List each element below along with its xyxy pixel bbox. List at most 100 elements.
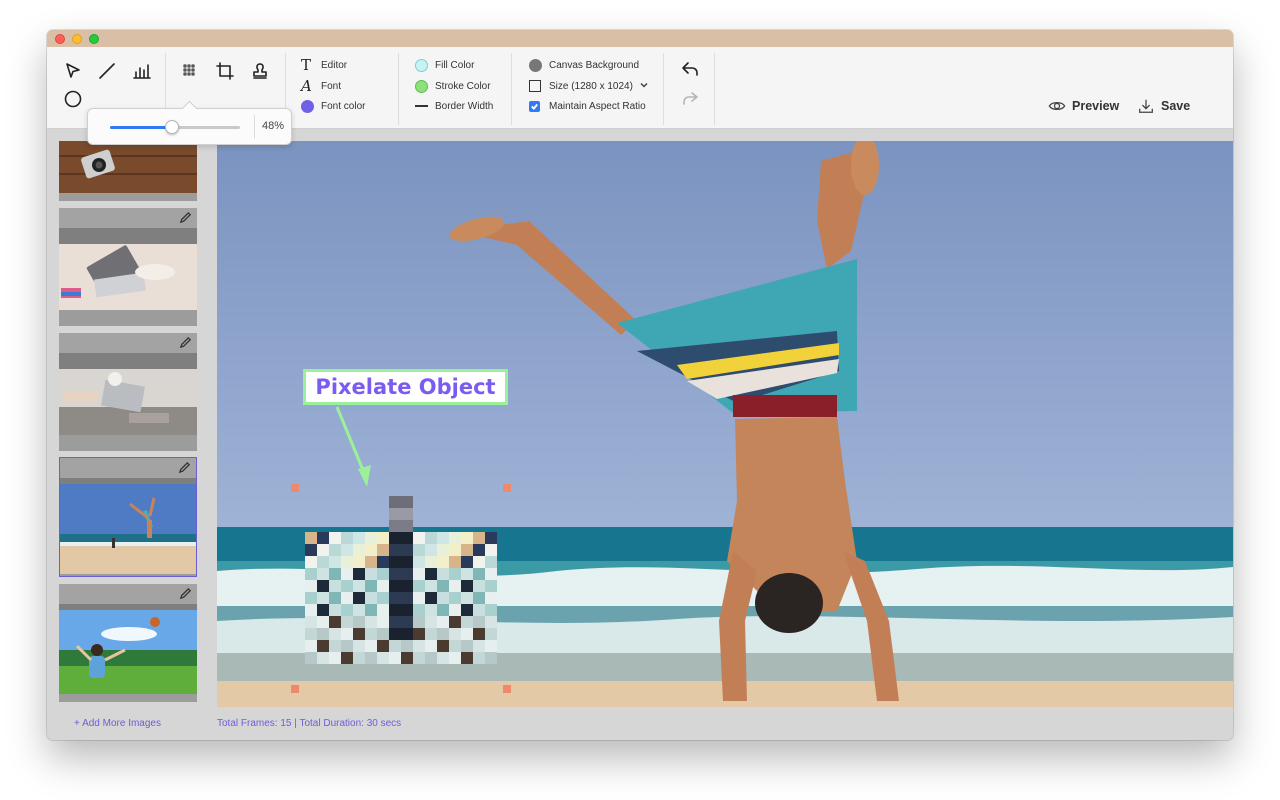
minimize-window-button[interactable]: [72, 34, 82, 44]
border-width-tool[interactable]: Border Width: [415, 97, 493, 115]
zoom-window-button[interactable]: [89, 34, 99, 44]
text-t-icon: T: [301, 55, 312, 74]
pixel-block: [425, 544, 437, 556]
pixel-block: [341, 652, 353, 664]
pixel-block: [305, 568, 317, 580]
slider-knob[interactable]: [165, 120, 180, 134]
title-bar: [47, 30, 1233, 47]
pixel-block: [389, 568, 401, 580]
redo-icon[interactable]: [678, 86, 702, 110]
thumbnail-2[interactable]: [59, 208, 197, 326]
pixel-block: [449, 640, 461, 652]
preview-button[interactable]: Preview: [1048, 97, 1119, 115]
close-window-button[interactable]: [55, 34, 65, 44]
pixel-size-slider[interactable]: [110, 120, 240, 134]
selection-handle[interactable]: [291, 685, 299, 693]
pixel-block: [425, 568, 437, 580]
thumbnail-3[interactable]: [59, 333, 197, 451]
pixel-block: [365, 532, 377, 544]
pixel-block: [449, 556, 461, 568]
font-tool[interactable]: A Font: [301, 77, 341, 95]
pixelate-icon[interactable]: [178, 59, 202, 83]
pixel-block: [413, 544, 425, 556]
canvas-background-label: Canvas Background: [549, 59, 640, 71]
save-button[interactable]: Save: [1137, 97, 1190, 115]
canvas-size-dropdown[interactable]: Size (1280 x 1024): [529, 77, 651, 95]
select-arrow-icon[interactable]: [61, 59, 85, 83]
pixel-block: [461, 580, 473, 592]
toolbar-divider: [663, 53, 664, 125]
font-color-tool[interactable]: Font color: [301, 97, 365, 115]
pixelated-region[interactable]: [305, 496, 497, 672]
pencil-icon[interactable]: [179, 336, 192, 349]
pixel-block: [353, 592, 365, 604]
pixel-block: [449, 628, 461, 640]
thumbnail-header: [59, 333, 197, 353]
pixel-block: [305, 628, 317, 640]
pixel-block: [365, 652, 377, 664]
crop-icon[interactable]: [213, 59, 237, 83]
thumbnail-4-selected[interactable]: [59, 457, 197, 577]
chart-bars-icon[interactable]: [130, 59, 154, 83]
thumbnail-image: [59, 369, 197, 435]
pixel-block: [425, 580, 437, 592]
circle-icon[interactable]: [61, 87, 85, 111]
pixel-block: [485, 640, 497, 652]
editor-tool[interactable]: T Editor: [301, 56, 347, 74]
pixel-block: [389, 544, 401, 556]
selection-handle[interactable]: [291, 484, 299, 492]
pixel-block: [341, 580, 353, 592]
thumbnail-1[interactable]: [59, 141, 197, 201]
callout-label[interactable]: Pixelate Object: [303, 369, 508, 405]
font-a-icon: A: [301, 76, 312, 95]
pixel-block: [353, 604, 365, 616]
thumbnail-image: [59, 610, 197, 694]
maintain-aspect-checkbox[interactable]: Maintain Aspect Ratio: [529, 97, 646, 115]
pixel-block: [401, 532, 413, 544]
pixel-block: [365, 580, 377, 592]
popover-divider: [254, 115, 255, 139]
pencil-icon[interactable]: [179, 211, 192, 224]
pixel-block: [317, 532, 329, 544]
pixel-block: [449, 544, 461, 556]
stamp-icon[interactable]: [248, 59, 272, 83]
pixel-block: [317, 604, 329, 616]
editor-canvas[interactable]: Pixelate Object: [217, 141, 1233, 707]
pixel-block: [461, 532, 473, 544]
pixel-block: [377, 604, 389, 616]
pixel-block: [473, 616, 485, 628]
pixel-block: [401, 616, 413, 628]
thumbnail-header: [60, 458, 196, 478]
line-icon[interactable]: [95, 59, 119, 83]
pixel-block: [305, 556, 317, 568]
pixel-block: [341, 568, 353, 580]
pencil-icon[interactable]: [178, 461, 191, 474]
add-more-images-link[interactable]: + Add More Images: [74, 718, 161, 729]
pixel-block: [401, 628, 413, 640]
pixel-block: [353, 532, 365, 544]
selection-handle[interactable]: [503, 685, 511, 693]
fill-color-tool[interactable]: Fill Color: [415, 56, 474, 74]
pixel-block: [449, 592, 461, 604]
selection-handle[interactable]: [503, 484, 511, 492]
stroke-color-swatch: [415, 79, 428, 93]
pixel-block: [389, 652, 401, 664]
thumbnail-5[interactable]: [59, 584, 197, 702]
pixel-block: [473, 652, 485, 664]
pixel-block: [365, 568, 377, 580]
pixel-block: [413, 616, 425, 628]
pixel-block: [461, 652, 473, 664]
maintain-aspect-label: Maintain Aspect Ratio: [549, 100, 646, 112]
canvas-background-tool[interactable]: Canvas Background: [529, 56, 639, 74]
pencil-icon[interactable]: [179, 587, 192, 600]
pixel-block: [377, 544, 389, 556]
pixel-block: [329, 532, 341, 544]
border-line-icon: [415, 105, 428, 107]
pixel-block: [317, 640, 329, 652]
pixel-block: [317, 628, 329, 640]
pixel-block: [389, 628, 401, 640]
pixel-block: [461, 568, 473, 580]
undo-icon[interactable]: [678, 57, 702, 81]
pixel-block: [389, 532, 401, 544]
stroke-color-tool[interactable]: Stroke Color: [415, 77, 491, 95]
